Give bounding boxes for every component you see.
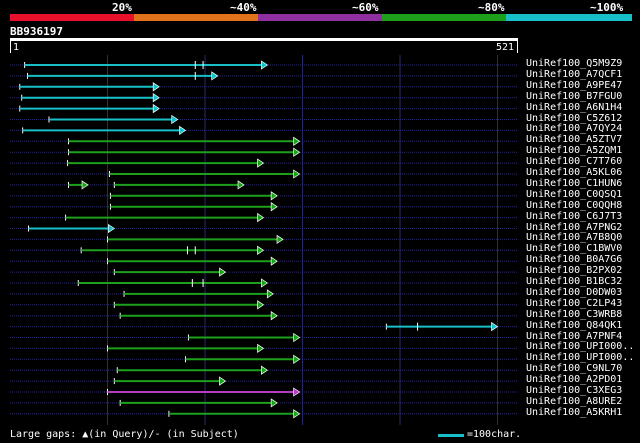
hit-label[interactable]: UniRef100_A7B8Q0 [526, 233, 622, 243]
hit-arrow [261, 60, 269, 70]
hit-label[interactable]: UniRef100_B0A7G6 [526, 255, 622, 265]
hit-label[interactable]: UniRef100_C6J7T3 [526, 211, 622, 222]
hit-arrow [270, 398, 278, 408]
hit-label[interactable]: UniRef100_B1BC32 [526, 277, 622, 287]
hit-label[interactable]: UniRef100_C0QSQ1 [526, 189, 622, 200]
hit-label[interactable]: UniRef100_B2PX02 [526, 266, 622, 276]
hit-label[interactable]: UniRef100_C5Z612 [526, 113, 622, 124]
hit-arrow [270, 256, 278, 266]
hit-label[interactable]: UniRef100_UPI000.. [526, 353, 634, 363]
hit-arrow [293, 332, 301, 343]
hit-label[interactable]: UniRef100_C7T760 [526, 157, 622, 167]
hit-label[interactable]: UniRef100_A5KRH1 [526, 407, 622, 418]
hit-label[interactable]: UniRef100_A6N1H4 [526, 102, 622, 113]
hit-arrow [261, 278, 269, 288]
hit-arrow [219, 267, 227, 277]
hit-label[interactable]: UniRef100_A7QY24 [526, 124, 622, 134]
hit-label[interactable]: UniRef100_UPI000.. [526, 342, 634, 352]
hit-label[interactable]: UniRef100_A5ZTV7 [526, 135, 622, 145]
hit-arrow [107, 223, 115, 234]
hit-label[interactable]: UniRef100_A5KL06 [526, 168, 622, 178]
hit-label[interactable]: UniRef100_D0DW03 [526, 287, 622, 298]
hit-arrow [293, 354, 301, 364]
hit-arrow [270, 202, 278, 212]
hit-arrow [276, 234, 284, 245]
scale-legend-line [438, 434, 464, 437]
hit-arrow [293, 147, 301, 157]
hit-arrow [171, 114, 179, 125]
hit-label[interactable]: UniRef100_C2LP43 [526, 298, 622, 309]
hit-label[interactable]: UniRef100_A5ZQM1 [526, 146, 622, 156]
hit-label[interactable]: UniRef100_A2PD01 [526, 375, 622, 385]
hit-label[interactable]: UniRef100_C1HUN6 [526, 178, 622, 189]
hit-arrow [293, 409, 301, 419]
hit-label[interactable]: UniRef100_A7QCF1 [526, 69, 622, 80]
hit-label[interactable]: UniRef100_Q5M9Z9 [526, 59, 622, 69]
hit-label[interactable]: UniRef100_C0QQH8 [526, 200, 622, 211]
hit-arrow [219, 376, 227, 386]
hit-label[interactable]: UniRef100_A7PNG2 [526, 222, 622, 233]
hit-label[interactable]: UniRef100_C3WRB8 [526, 309, 622, 320]
hit-arrow [270, 311, 278, 321]
hit-label[interactable]: UniRef100_A8URE2 [526, 396, 622, 407]
hit-label[interactable]: UniRef100_Q84QK1 [526, 320, 622, 331]
hit-arrow [237, 180, 245, 190]
hit-label[interactable]: UniRef100_B7FGU0 [526, 91, 622, 102]
hit-arrow [257, 300, 265, 310]
hit-arrow [293, 136, 301, 146]
hit-arrow [491, 321, 499, 332]
hit-label[interactable]: UniRef100_A9PE47 [526, 80, 622, 91]
hit-arrow [293, 387, 301, 397]
hit-arrow [152, 82, 160, 92]
hit-arrow [179, 125, 187, 136]
hit-arrow [293, 169, 301, 179]
hit-arrow [152, 93, 160, 103]
scale-legend-label: =100char. [467, 429, 522, 440]
hit-arrow [261, 365, 269, 375]
hit-arrow [211, 71, 219, 81]
gap-legend: Large gaps: ▲(in Query)/- (in Subject) [10, 429, 239, 440]
hit-arrow [257, 212, 265, 223]
hit-arrow [152, 103, 160, 114]
hit-arrow [81, 180, 89, 190]
hit-arrow [257, 158, 265, 168]
hit-label[interactable]: UniRef100_A7PNF4 [526, 331, 622, 342]
hit-label[interactable]: UniRef100_C3XEG3 [526, 386, 622, 396]
hit-label[interactable]: UniRef100_C9NL70 [526, 364, 622, 374]
hit-arrow [257, 245, 265, 255]
hit-arrow [257, 343, 265, 354]
hit-arrow [270, 191, 278, 201]
hit-label[interactable]: UniRef100_C1BWV0 [526, 244, 622, 254]
hit-arrow [266, 289, 274, 299]
